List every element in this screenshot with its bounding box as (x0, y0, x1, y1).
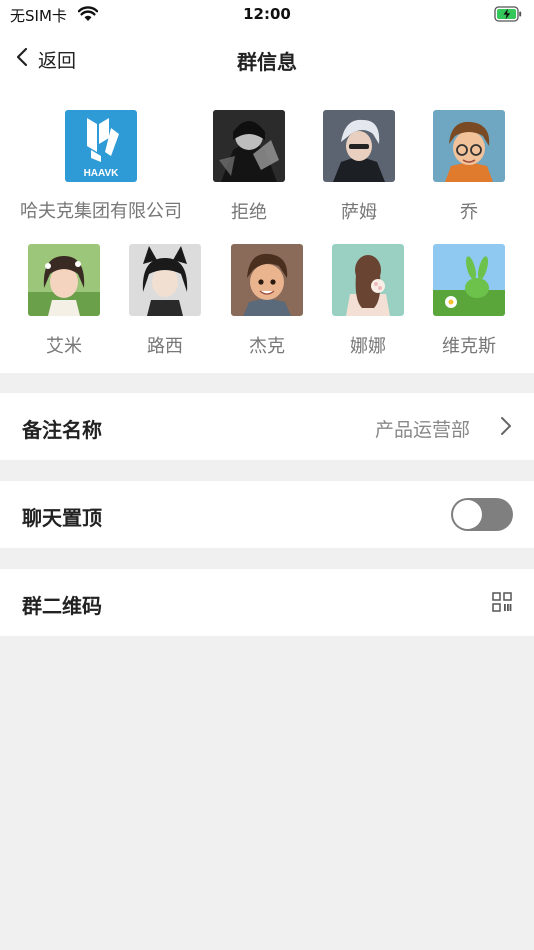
member-name: 乔 (460, 202, 478, 223)
avatar-glasses-boy (433, 110, 505, 182)
navigation-bar: 返回 群信息 (0, 30, 534, 88)
member-name: 杰克 (249, 336, 285, 357)
toggle-knob (453, 500, 482, 529)
member-name: 维克斯 (442, 336, 496, 357)
remark-name-cell[interactable]: 备注名称 产品运营部 (0, 393, 534, 460)
member-name: 拒绝 (231, 202, 267, 223)
member-name: 娜娜 (350, 336, 386, 357)
chevron-right-icon (500, 416, 512, 440)
avatar-back-view-girl (332, 244, 404, 316)
member-name: 路西 (147, 336, 183, 357)
member-item[interactable]: 乔 (431, 110, 507, 224)
qr-code-icon (492, 592, 512, 616)
member-name: 哈夫克集团有限公司 (20, 201, 182, 222)
svg-text:HAAVK: HAAVK (84, 168, 120, 179)
member-item[interactable]: 杰克 (229, 244, 305, 358)
avatar-smiling-boy (231, 244, 303, 316)
member-item[interactable]: 路西 (127, 244, 203, 358)
page-title: 群信息 (237, 50, 297, 74)
group-qr-code-cell[interactable]: 群二维码 (0, 569, 534, 636)
member-item[interactable]: 艾米 (26, 244, 102, 358)
member-item[interactable]: 萨姆 (321, 110, 397, 224)
member-item[interactable]: 娜娜 (330, 244, 406, 358)
remark-name-label: 备注名称 (22, 418, 102, 442)
avatar-haavk-logo: HAAVK (65, 110, 137, 182)
remark-name-value: 产品运营部 (374, 419, 470, 441)
avatar-dark-figure (213, 110, 285, 182)
member-grid: HAAVK 哈夫克集团有限公司 拒绝 萨姆 乔 艾米 路西 杰克 娜娜 维克斯 (0, 88, 534, 373)
pin-chat-cell: 聊天置顶 (0, 481, 534, 548)
group-qr-code-label: 群二维码 (22, 594, 102, 618)
member-item[interactable]: HAAVK 哈夫克集团有限公司 (6, 110, 196, 223)
status-bar: 无SIM卡 12:00 (0, 0, 534, 30)
status-time: 12:00 (243, 5, 291, 23)
avatar-cat-ear-girl (129, 244, 201, 316)
member-name: 萨姆 (341, 202, 377, 223)
member-item[interactable]: 拒绝 (211, 110, 287, 224)
member-name: 艾米 (46, 336, 82, 357)
battery-charging-icon (494, 6, 522, 26)
avatar-silver-hair-boy (323, 110, 395, 182)
pin-chat-toggle[interactable] (451, 498, 513, 531)
pin-chat-label: 聊天置顶 (22, 506, 102, 530)
member-item[interactable]: 维克斯 (431, 244, 507, 358)
avatar-green-bunny (433, 244, 505, 316)
avatar-flower-girl (28, 244, 100, 316)
